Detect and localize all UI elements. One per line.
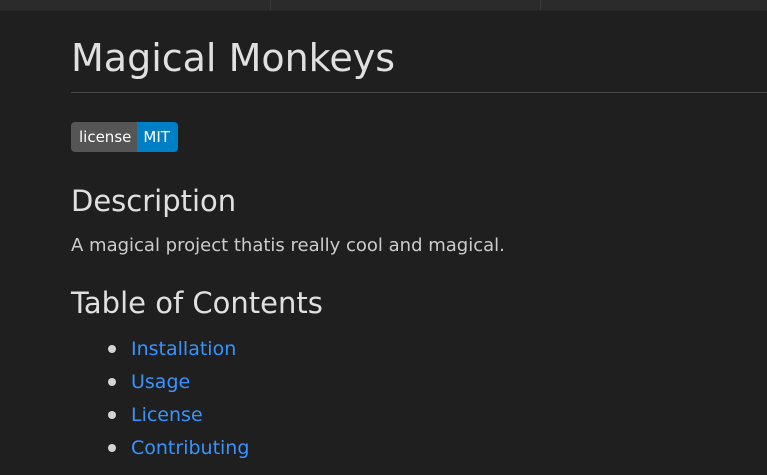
toc-list: Installation Usage License Contributing bbox=[71, 337, 767, 469]
toc-item: Contributing bbox=[108, 436, 767, 469]
toc-heading: Table of Contents bbox=[71, 286, 323, 320]
markdown-preview: Magical Monkeys license MIT Description … bbox=[71, 34, 767, 469]
toc-item: License bbox=[108, 403, 767, 436]
toc-link-usage[interactable]: Usage bbox=[131, 371, 190, 393]
description-text: A magical project thatis really cool and… bbox=[71, 235, 505, 256]
badge-label: license bbox=[71, 122, 138, 152]
tab-separator bbox=[540, 0, 541, 10]
toc-item: Usage bbox=[108, 370, 767, 403]
badge-value: MIT bbox=[137, 122, 178, 152]
toc-link-contributing[interactable]: Contributing bbox=[131, 437, 249, 459]
editor-tab-bar bbox=[0, 0, 767, 11]
tab-separator bbox=[270, 0, 271, 10]
toc-item: Installation bbox=[108, 337, 767, 370]
description-heading: Description bbox=[71, 184, 237, 218]
toc-link-installation[interactable]: Installation bbox=[131, 338, 236, 360]
license-badge[interactable]: license MIT bbox=[71, 122, 178, 152]
toc-link-license[interactable]: License bbox=[131, 404, 203, 426]
page-title: Magical Monkeys bbox=[71, 34, 767, 93]
